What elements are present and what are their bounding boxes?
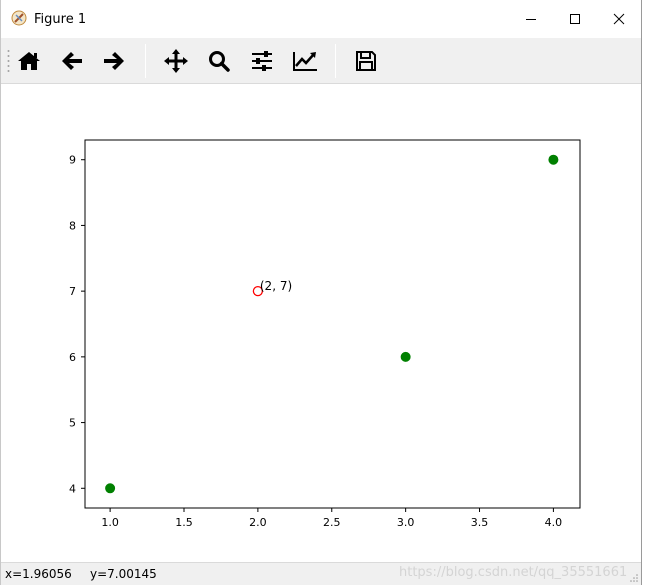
back-button[interactable]: [53, 42, 91, 80]
x-tick-label: 3.5: [471, 516, 489, 529]
x-tick-label: 1.0: [101, 516, 119, 529]
axes-frame: [84, 139, 581, 509]
minimize-icon: [526, 19, 536, 20]
navigation-toolbar: [1, 38, 641, 84]
title-bar[interactable]: Figure 1: [1, 0, 641, 38]
toolbar-separator: [335, 44, 336, 78]
matplotlib-app-icon: [11, 10, 27, 26]
x-tick-label: 2.0: [249, 516, 267, 529]
toolbar-separator: [145, 44, 146, 78]
close-icon: [613, 13, 625, 25]
data-point: [548, 154, 559, 165]
save-disk-icon: [356, 51, 376, 71]
figure-window: Figure 1 1.0 1.5 2.0 2.5 3.0 3.5 4.0 4 5…: [0, 0, 642, 585]
edit-axis-curve-icon: [293, 52, 317, 71]
y-tick-label: 9: [69, 154, 76, 167]
y-tick-label: 6: [69, 351, 76, 364]
x-tick-label: 4.0: [545, 516, 563, 529]
cursor-x-readout: x=1.96056: [5, 567, 72, 581]
y-tick-label: 7: [69, 285, 76, 298]
close-button[interactable]: [597, 0, 641, 38]
maximize-icon: [570, 14, 580, 24]
figure-canvas[interactable]: 1.0 1.5 2.0 2.5 3.0 3.5 4.0 4 5 6 7 8 9 (2, 7): [1, 84, 641, 562]
home-button[interactable]: [10, 42, 48, 80]
y-tick-label: 8: [69, 219, 76, 232]
forward-arrow-icon: [104, 52, 124, 70]
forward-button[interactable]: [95, 42, 133, 80]
zoom-magnifier-icon: [209, 51, 230, 72]
edit-axis-button[interactable]: [286, 42, 324, 80]
back-arrow-icon: [62, 52, 82, 70]
data-point: [400, 351, 411, 362]
watermark-text: https://blog.csdn.net/qq_35551661: [399, 565, 628, 580]
x-tick-label: 3.0: [397, 516, 415, 529]
pan-button[interactable]: [157, 42, 195, 80]
save-button[interactable]: [347, 42, 385, 80]
x-tick-label: 1.5: [175, 516, 193, 529]
configure-subplots-button[interactable]: [243, 42, 281, 80]
y-tick-label: 4: [69, 482, 76, 495]
configure-subplots-icon: [252, 51, 272, 71]
pan-move-icon: [164, 49, 188, 73]
y-tick-label: 5: [69, 417, 76, 430]
cursor-y-readout: y=7.00145: [90, 567, 157, 581]
x-tick-label: 2.5: [323, 516, 341, 529]
minimize-button[interactable]: [509, 0, 553, 38]
maximize-button[interactable]: [553, 0, 597, 38]
data-point: [105, 483, 116, 494]
home-icon: [18, 52, 40, 70]
window-title: Figure 1: [34, 12, 87, 27]
scatter-plot[interactable]: 1.0 1.5 2.0 2.5 3.0 3.5 4.0 4 5 6 7 8 9 (2, 7): [1, 84, 641, 562]
resize-grip-icon[interactable]: [629, 573, 639, 583]
zoom-button[interactable]: [200, 42, 238, 80]
status-bar: x=1.96056 y=7.00145 https://blog.csdn.ne…: [1, 562, 641, 585]
background-window-edge: [642, 0, 650, 585]
point-annotation: (2, 7): [260, 279, 292, 293]
